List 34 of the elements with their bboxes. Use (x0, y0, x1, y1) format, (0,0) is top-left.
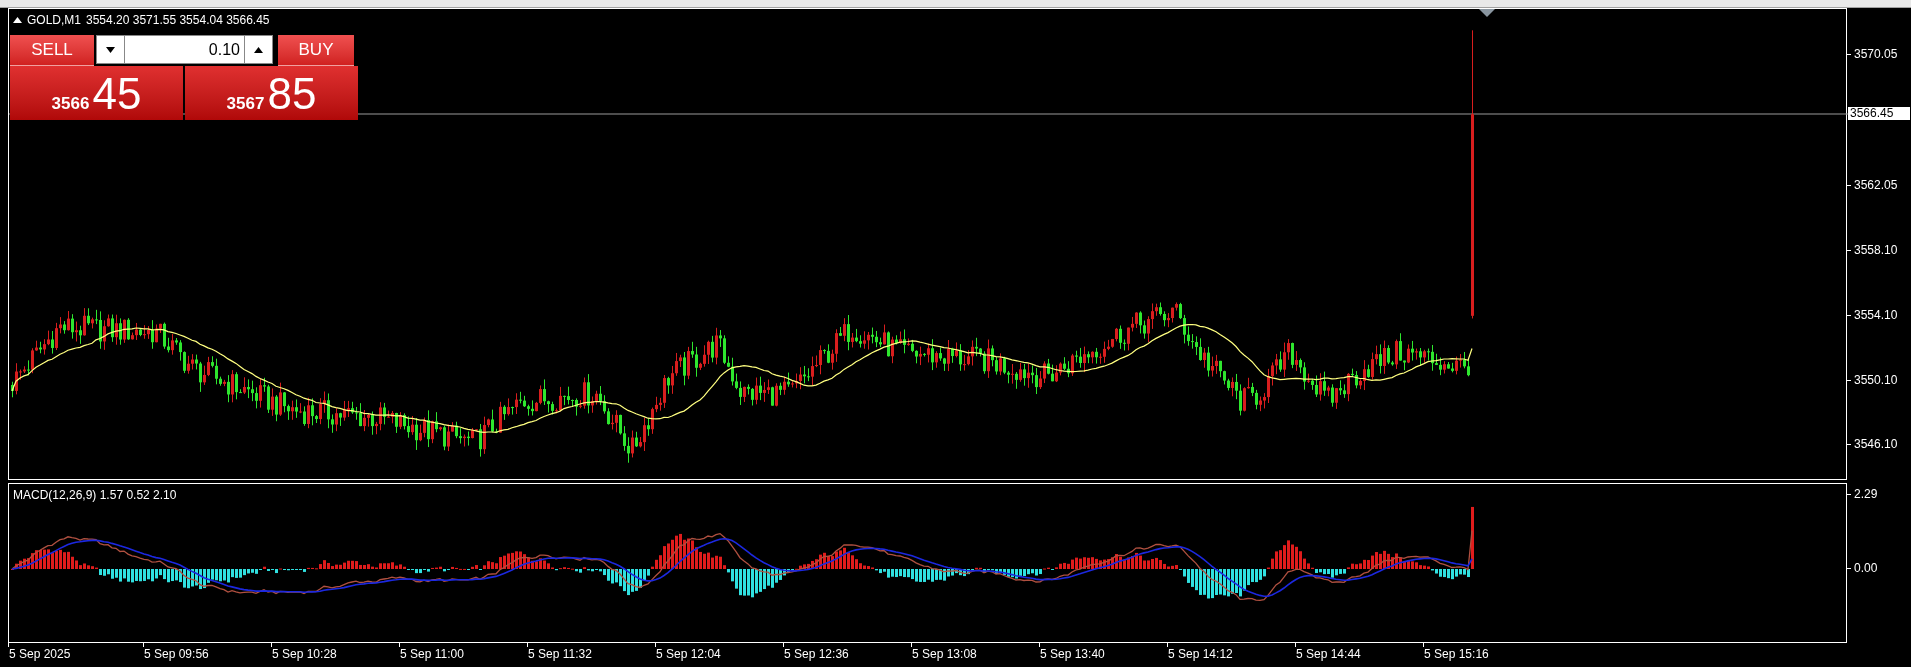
increase-lot-button[interactable] (244, 35, 273, 64)
time-axis-label: 5 Sep 11:32 (527, 647, 592, 661)
time-axis-label: 5 Sep 14:12 (1167, 647, 1233, 661)
ask-price-button[interactable]: 3567 85 (185, 66, 358, 120)
triangle-up-icon (13, 17, 22, 23)
time-axis-label: 5 Sep 09:56 (143, 647, 209, 661)
price-axis-label: 3562.05 (1854, 179, 1898, 192)
decrease-lot-button[interactable] (96, 35, 125, 64)
bid-price-button[interactable]: 3566 45 (10, 66, 183, 120)
caret-down-icon (106, 46, 115, 53)
caret-up-icon (254, 46, 263, 53)
price-axis-label: 3570.05 (1854, 48, 1898, 61)
price-axis-label: 3558.10 (1854, 244, 1898, 257)
macd-axis-label: 0.00 (1854, 562, 1878, 575)
buy-button[interactable]: BUY (278, 35, 354, 66)
ohlc-values: 3554.20 3571.55 3554.04 3566.45 (86, 12, 270, 29)
time-axis-label: 5 Sep 12:04 (655, 647, 721, 661)
time-axis-label: 5 Sep 2025 (8, 647, 71, 661)
time-axis-label: 5 Sep 13:40 (1039, 647, 1105, 661)
current-price-label: 3566.45 (1848, 107, 1910, 120)
macd-label: MACD(12,26,9) 1.57 0.52 2.10 (13, 488, 177, 502)
time-axis-label: 5 Sep 12:36 (783, 647, 849, 661)
time-axis-label: 5 Sep 10:28 (271, 647, 337, 661)
time-axis-label: 5 Sep 14:44 (1295, 647, 1361, 661)
price-axis-label: 3550.10 (1854, 374, 1898, 387)
time-axis-label: 5 Sep 11:00 (399, 647, 464, 661)
time-axis-label: 5 Sep 15:16 (1423, 647, 1489, 661)
lot-size-field[interactable]: 0.10 (125, 35, 244, 64)
macd-axis-label: 2.29 (1854, 488, 1878, 501)
price-axis-label: 3546.10 (1854, 438, 1898, 451)
symbol-label: GOLD,M1 (27, 12, 81, 29)
price-axis-label: 3554.10 (1854, 309, 1898, 322)
time-axis-label: 5 Sep 13:08 (911, 647, 977, 661)
sell-button[interactable]: SELL (10, 35, 94, 66)
